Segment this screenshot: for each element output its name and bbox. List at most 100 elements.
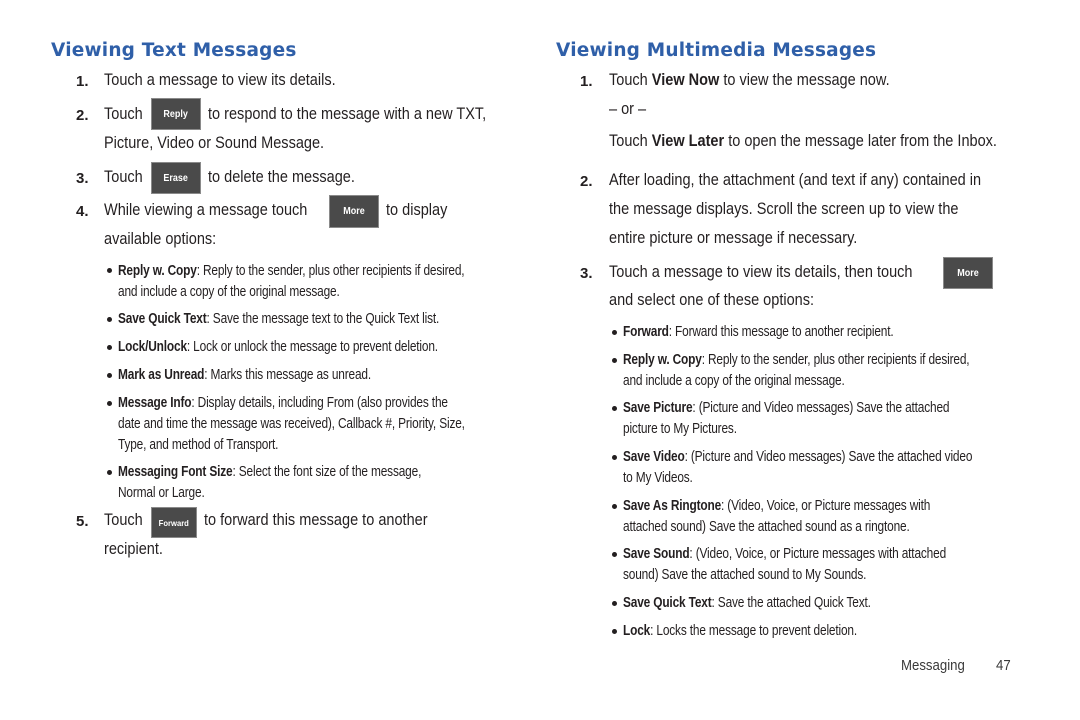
option-desc: : Save the message text to the Quick Tex… bbox=[206, 311, 440, 327]
step-number: 2. bbox=[76, 107, 89, 124]
reply-button-label: Reply bbox=[163, 108, 189, 120]
option-item: Reply w. Copy: Reply to the sender, plus… bbox=[118, 261, 465, 282]
option-desc: attached sound) Save the attached sound … bbox=[623, 519, 910, 535]
step-text-pre: Touch bbox=[609, 132, 652, 150]
step-text: Touch bbox=[104, 105, 143, 123]
step-text: to respond to the message with a new TXT… bbox=[208, 105, 487, 123]
option-item: Reply w. Copy: Reply to the sender, plus… bbox=[623, 350, 970, 371]
footer-section-name: Messaging bbox=[901, 657, 965, 674]
option-desc: : (Picture and Video messages) Save the … bbox=[684, 449, 973, 465]
more-button[interactable]: More bbox=[943, 257, 993, 289]
option-item: Save Quick Text: Save the message text t… bbox=[118, 309, 439, 330]
step-text: and select one of these options: bbox=[609, 291, 815, 309]
option-item: Save Picture: (Picture and Video message… bbox=[623, 398, 950, 419]
option-item: Messaging Font Size: Select the font siz… bbox=[118, 462, 421, 483]
option-term: Messaging Font Size bbox=[118, 464, 233, 480]
option-item: Save Quick Text: Save the attached Quick… bbox=[623, 593, 871, 614]
step-text: to forward this message to another bbox=[204, 511, 428, 529]
option-item: Save Video: (Picture and Video messages)… bbox=[623, 447, 972, 468]
option-desc: Normal or Large. bbox=[118, 485, 205, 501]
option-desc: : Reply to the sender, plus other recipi… bbox=[196, 263, 465, 279]
or-separator: – or – bbox=[609, 100, 647, 118]
step-number: 2. bbox=[580, 173, 593, 190]
option-desc: : Save the attached Quick Text. bbox=[711, 595, 871, 611]
option-item: Save As Ringtone: (Video, Voice, or Pict… bbox=[623, 496, 930, 517]
step-text: to delete the message. bbox=[208, 168, 355, 186]
option-term: Save Video bbox=[623, 449, 685, 465]
more-button-label: More bbox=[957, 267, 979, 279]
step-text: Picture, Video or Sound Message. bbox=[104, 134, 325, 152]
step-number: 1. bbox=[76, 73, 89, 90]
option-term: Reply w. Copy bbox=[623, 352, 702, 368]
option-item: Save Sound: (Video, Voice, or Picture me… bbox=[623, 544, 946, 565]
option-term: Lock/Unlock bbox=[118, 339, 187, 355]
bullet-dot bbox=[107, 345, 112, 350]
option-desc: picture to My Pictures. bbox=[623, 421, 737, 437]
step-text-post: to open the message later from the Inbox… bbox=[724, 132, 997, 150]
option-desc: and include a copy of the original messa… bbox=[118, 284, 340, 300]
bullet-dot bbox=[612, 406, 617, 411]
option-desc: : Select the font size of the message, bbox=[232, 464, 422, 480]
option-term: Lock bbox=[623, 623, 651, 639]
section-title-text-messages: Viewing Text Messages bbox=[51, 40, 297, 61]
step-text: the message displays. Scroll the screen … bbox=[609, 200, 959, 218]
option-item: Message Info: Display details, including… bbox=[118, 393, 448, 414]
reply-button[interactable]: Reply bbox=[151, 98, 201, 130]
option-term: Message Info bbox=[118, 395, 192, 411]
manual-page: Viewing Text Messages 1. Touch a message… bbox=[0, 0, 1080, 720]
step-text: Touch a message to view its details. bbox=[104, 71, 336, 89]
option-item: Lock/Unlock: Lock or unlock the message … bbox=[118, 337, 438, 358]
bullet-dot bbox=[107, 317, 112, 322]
view-later-label: View Later bbox=[651, 132, 725, 150]
option-term: Save Picture bbox=[623, 400, 693, 416]
option-term: Save Quick Text bbox=[118, 311, 207, 327]
bullet-dot bbox=[612, 330, 617, 335]
option-term: Reply w. Copy bbox=[118, 263, 197, 279]
more-button[interactable]: More bbox=[329, 195, 379, 228]
section-title-multimedia-messages: Viewing Multimedia Messages bbox=[556, 40, 877, 61]
option-desc: : (Video, Voice, or Picture messages wit… bbox=[689, 546, 947, 562]
step-number: 4. bbox=[76, 203, 89, 220]
option-desc: Type, and method of Transport. bbox=[118, 437, 279, 453]
step-text: Touch bbox=[104, 168, 143, 186]
option-desc: date and time the message was received),… bbox=[118, 416, 465, 432]
step-text-post: to view the message now. bbox=[719, 71, 890, 89]
option-term: Mark as Unread bbox=[118, 367, 205, 383]
option-desc: : Lock or unlock the message to prevent … bbox=[186, 339, 438, 355]
option-term: Save As Ringtone bbox=[623, 498, 722, 514]
bullet-dot bbox=[612, 629, 617, 634]
forward-button[interactable]: Forward bbox=[151, 507, 197, 538]
step-text: recipient. bbox=[104, 540, 163, 558]
step-text: Touch a message to view its details, the… bbox=[609, 263, 913, 281]
option-term: Save Sound bbox=[623, 546, 690, 562]
step-text: While viewing a message touch bbox=[104, 201, 308, 219]
erase-button[interactable]: Erase bbox=[151, 162, 201, 194]
option-desc: and include a copy of the original messa… bbox=[623, 373, 845, 389]
option-desc: : (Video, Voice, or Picture messages wit… bbox=[721, 498, 931, 514]
option-desc: to My Videos. bbox=[623, 470, 693, 486]
bullet-dot bbox=[612, 358, 617, 363]
option-item: Forward: Forward this message to another… bbox=[623, 322, 894, 343]
option-term: Save Quick Text bbox=[623, 595, 712, 611]
view-now-label: View Now bbox=[651, 71, 720, 89]
step-text: to display bbox=[386, 201, 448, 219]
bullet-dot bbox=[612, 504, 617, 509]
option-term: Forward bbox=[623, 324, 669, 340]
bullet-dot bbox=[107, 401, 112, 406]
bullet-dot bbox=[612, 552, 617, 557]
forward-button-label: Forward bbox=[158, 517, 190, 528]
bullet-dot bbox=[612, 455, 617, 460]
step-text: Touch View Now to view the message now. bbox=[609, 71, 890, 90]
page-number: 47 bbox=[996, 657, 1011, 674]
step-number: 5. bbox=[76, 513, 89, 530]
step-text: Touch View Later to open the message lat… bbox=[609, 132, 997, 151]
step-number: 3. bbox=[580, 265, 593, 282]
step-text: entire picture or message if necessary. bbox=[609, 229, 858, 247]
step-number: 3. bbox=[76, 170, 89, 187]
step-text: available options: bbox=[104, 230, 217, 248]
bullet-dot bbox=[107, 268, 112, 273]
option-item: Lock: Locks the message to prevent delet… bbox=[623, 621, 857, 642]
option-desc: : Display details, including From (also … bbox=[191, 395, 448, 411]
step-text-pre: Touch bbox=[609, 71, 652, 89]
step-number: 1. bbox=[580, 73, 593, 90]
